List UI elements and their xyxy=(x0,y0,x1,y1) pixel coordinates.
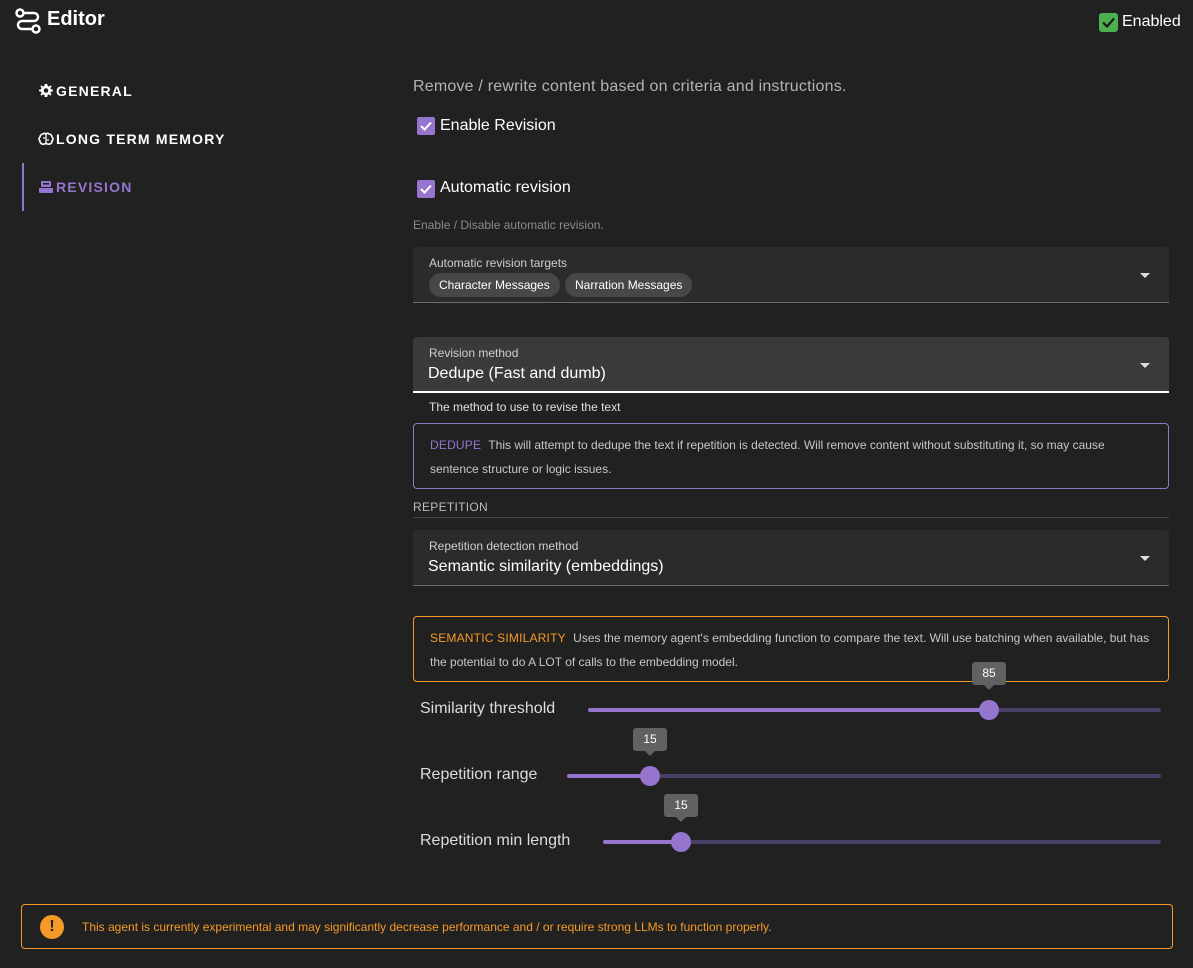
field-label: Automatic revision targets xyxy=(429,256,568,270)
similarity-threshold-label: Similarity threshold xyxy=(420,700,556,717)
field-label: Revision method xyxy=(429,346,519,360)
section-description: Remove / rewrite content based on criter… xyxy=(413,78,847,95)
slider-fill xyxy=(567,774,650,778)
brain-icon xyxy=(38,131,54,147)
slider-value-bubble: 15 xyxy=(633,728,667,756)
info-tag: DEDUPE xyxy=(430,438,482,452)
enabled-label[interactable]: Enabled xyxy=(1122,13,1181,31)
chip-character-messages[interactable]: Character Messages xyxy=(429,273,560,297)
sidebar-item-label: GENERAL xyxy=(56,83,133,99)
gear-icon xyxy=(38,83,54,99)
slider-thumb[interactable] xyxy=(640,766,660,786)
app-title: Editor xyxy=(47,8,105,30)
sidebar-item-long-term-memory[interactable]: LONG TERM MEMORY xyxy=(22,115,392,163)
slider-value-bubble: 85 xyxy=(972,662,1006,690)
checkmark-icon xyxy=(1102,17,1115,29)
info-tag: SEMANTIC SIMILARITY xyxy=(430,631,566,645)
field-value: Dedupe (Fast and dumb) xyxy=(428,365,606,382)
repetition-min-length-label: Repetition min length xyxy=(420,832,571,849)
section-heading-repetition: REPETITION xyxy=(413,500,489,514)
slider-thumb[interactable] xyxy=(979,700,999,720)
automatic-revision-hint: Enable / Disable automatic revision. xyxy=(413,218,604,232)
experimental-warning: ! This agent is currently experimental a… xyxy=(21,904,1173,949)
repetition-range-label: Repetition range xyxy=(420,766,538,783)
revision-targets-select[interactable]: Automatic revision targets Character Mes… xyxy=(413,247,1169,303)
sidebar-item-general[interactable]: GENERAL xyxy=(22,67,392,115)
exclamation-icon: ! xyxy=(40,915,64,939)
enabled-checkbox[interactable] xyxy=(1099,13,1118,32)
field-label: Repetition detection method xyxy=(429,539,579,553)
revision-method-select[interactable]: Revision method Dedupe (Fast and dumb) xyxy=(413,337,1169,393)
sidebar-item-revision[interactable]: REVISION xyxy=(22,163,392,211)
slider-value-bubble: 15 xyxy=(664,794,698,822)
slider-thumb[interactable] xyxy=(671,832,691,852)
repetition-detection-select[interactable]: Repetition detection method Semantic sim… xyxy=(413,530,1169,586)
chevron-down-icon[interactable] xyxy=(1140,363,1150,368)
slider-fill xyxy=(588,708,989,712)
chip-narration-messages[interactable]: Narration Messages xyxy=(565,273,693,297)
similarity-threshold-slider[interactable]: 85 xyxy=(588,662,1161,720)
sidebar-item-label: LONG TERM MEMORY xyxy=(56,131,226,147)
checkmark-icon xyxy=(420,184,432,194)
slider-fill xyxy=(603,840,681,844)
warning-text: This agent is currently experimental and… xyxy=(82,920,772,934)
repetition-min-length-slider[interactable]: 15 xyxy=(603,794,1161,852)
app-logo-icon xyxy=(15,8,41,34)
automatic-revision-label[interactable]: Automatic revision xyxy=(440,179,571,197)
chevron-down-icon[interactable] xyxy=(1140,273,1150,278)
semantic-similarity-info-box: SEMANTIC SIMILARITY Uses the memory agen… xyxy=(413,616,1169,682)
enable-revision-label[interactable]: Enable Revision xyxy=(440,117,556,135)
revision-method-hint: The method to use to revise the text xyxy=(429,400,621,414)
revision-icon xyxy=(38,179,54,195)
divider xyxy=(413,517,1169,518)
enable-revision-checkbox[interactable] xyxy=(417,117,435,135)
repetition-range-slider[interactable]: 15 xyxy=(567,728,1161,786)
automatic-revision-checkbox[interactable] xyxy=(417,180,435,198)
field-value: Semantic similarity (embeddings) xyxy=(428,558,664,575)
chevron-down-icon[interactable] xyxy=(1140,556,1150,561)
checkmark-icon xyxy=(420,121,432,131)
info-text: This will attempt to dedupe the text if … xyxy=(430,438,1105,476)
sidebar-item-label: REVISION xyxy=(56,179,133,195)
dedupe-info-box: DEDUPE This will attempt to dedupe the t… xyxy=(413,423,1169,489)
